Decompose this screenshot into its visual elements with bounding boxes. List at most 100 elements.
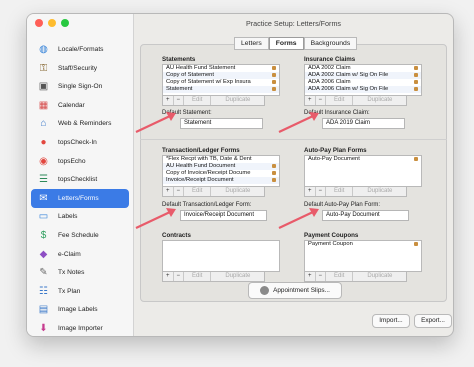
lock-icon	[272, 80, 276, 84]
duplicate-button[interactable]: Duplicate	[353, 96, 406, 105]
lock-icon	[272, 171, 276, 175]
payment-coupons-list[interactable]: Payment Coupon	[304, 240, 422, 272]
list-item[interactable]: AU Health Fund Document	[163, 163, 279, 170]
add-button[interactable]: +	[305, 272, 316, 281]
transaction-forms-list[interactable]: *Flex Recpt with TB, Date & Dent AU Heal…	[162, 155, 280, 187]
list-item[interactable]: Invoice/Receipt Document	[163, 177, 279, 184]
default-insurance-claim-field[interactable]: ADA 2019 Claim	[322, 118, 405, 129]
lock-icon	[272, 87, 276, 91]
transaction-forms-controls: + − Edit Duplicate	[162, 186, 266, 197]
duplicate-button[interactable]: Duplicate	[211, 272, 264, 281]
list-item[interactable]: ADA 2002 Claim	[305, 65, 421, 72]
edit-button[interactable]: Edit	[184, 96, 212, 105]
sidebar-item-tx-notes[interactable]: ✎ Tx Notes	[31, 263, 129, 282]
statements-controls: + − Edit Duplicate	[162, 95, 266, 106]
remove-button[interactable]: −	[316, 187, 327, 196]
minimize-window-button[interactable]	[48, 19, 56, 27]
sidebar-item-topschecklist[interactable]: ☰ topsChecklist	[31, 170, 129, 189]
sidebar-item-locale-formats[interactable]: ◍ Locale/Formats	[31, 40, 129, 59]
sidebar-item-topsecho[interactable]: ◉ topsEcho	[31, 152, 129, 171]
list-item[interactable]: ADA 2002 Claim w/ Sig On File	[305, 72, 421, 79]
lock-icon	[272, 178, 276, 182]
lock-icon	[272, 164, 276, 168]
list-item[interactable]: ADA 2006 Claim w/ Sig On File	[305, 86, 421, 93]
list-item[interactable]: Statement	[163, 86, 279, 93]
sidebar-item-labels[interactable]: ▭ Labels	[31, 207, 129, 226]
export-button[interactable]: Export...	[414, 314, 452, 328]
list-item[interactable]: Copy of Statement w/ Exp Insura	[163, 79, 279, 86]
sidebar-item-label: Locale/Formats	[58, 46, 104, 53]
list-item[interactable]: *Flex Recpt with TB, Date & Dent	[163, 156, 279, 163]
add-button[interactable]: +	[163, 187, 174, 196]
list-item[interactable]: Copy of Invoice/Receipt Docume	[163, 170, 279, 177]
sidebar-item-image-importer[interactable]: ⬇ Image Importer	[31, 319, 129, 336]
sidebar-item-single-sign-on[interactable]: ▣ Single Sign-On	[31, 77, 129, 96]
remove-button[interactable]: −	[174, 96, 185, 105]
add-button[interactable]: +	[163, 272, 174, 281]
contracts-controls: + − Edit Duplicate	[162, 271, 266, 282]
import-button[interactable]: Import...	[372, 314, 410, 328]
sidebar-item-label: topsEcho	[58, 157, 86, 165]
insurance-claims-list[interactable]: ADA 2002 Claim ADA 2002 Claim w/ Sig On …	[304, 64, 422, 96]
tab-letters[interactable]: Letters	[234, 37, 269, 50]
sidebar-item-calendar[interactable]: ▦ Calendar	[31, 96, 129, 115]
default-transaction-form-field[interactable]: Invoice/Receipt Document	[180, 210, 267, 221]
tab-backgrounds[interactable]: Backgrounds	[303, 37, 358, 50]
duplicate-button[interactable]: Duplicate	[211, 96, 264, 105]
add-button[interactable]: +	[305, 187, 316, 196]
edit-button[interactable]: Edit	[326, 272, 354, 281]
tab-forms[interactable]: Forms	[268, 37, 304, 50]
remove-button[interactable]: −	[174, 187, 185, 196]
sidebar-item-label: Web & Reminders	[58, 120, 112, 128]
sidebar-item-fee-schedule[interactable]: $ Fee Schedule	[31, 226, 129, 245]
echo-icon: ◉	[39, 155, 48, 167]
sidebar-item-staff-security[interactable]: ⚿ Staff/Security	[31, 59, 129, 78]
sidebar-item-web-reminders[interactable]: ⌂ Web & Reminders	[31, 114, 129, 133]
annotation-arrow	[135, 112, 176, 133]
edit-button[interactable]: Edit	[326, 187, 354, 196]
list-item[interactable]: Copy of Statement	[163, 72, 279, 79]
appointment-slips-button[interactable]: Appointment Slips...	[248, 282, 342, 299]
sidebar-item-label: Calendar	[58, 101, 85, 109]
list-item[interactable]: Auto-Pay Document	[305, 156, 421, 163]
edit-button[interactable]: Edit	[326, 96, 354, 105]
default-autopay-form-field[interactable]: Auto-Pay Document	[322, 210, 409, 221]
sidebar-item-label: topsCheck-In	[58, 139, 97, 146]
sidebar-item-topscheck-in[interactable]: ● topsCheck-In	[31, 133, 129, 152]
statements-list[interactable]: AU Health Fund Statement Copy of Stateme…	[162, 64, 280, 96]
remove-button[interactable]: −	[174, 272, 185, 281]
contracts-title: Contracts	[162, 232, 191, 239]
sidebar-item-tx-plan[interactable]: ☷ Tx Plan	[31, 282, 129, 301]
payment-coupons-title: Payment Coupons	[304, 232, 359, 239]
divider	[140, 139, 447, 140]
list-item[interactable]: Payment Coupon	[305, 241, 421, 248]
sidebar-item-label: Staff/Security	[58, 64, 98, 72]
zoom-window-button[interactable]	[61, 19, 69, 27]
edit-button[interactable]: Edit	[184, 187, 212, 196]
list-item[interactable]: AU Health Fund Statement	[163, 65, 279, 72]
lock-icon	[414, 157, 418, 161]
default-statement-field[interactable]: Statement	[180, 118, 263, 129]
sidebar-item-e-claim[interactable]: ◆ e-Claim	[31, 245, 129, 264]
duplicate-button[interactable]: Duplicate	[211, 187, 264, 196]
duplicate-button[interactable]: Duplicate	[353, 187, 406, 196]
list-item[interactable]: ADA 2006 Claim	[305, 79, 421, 86]
remove-button[interactable]: −	[316, 96, 327, 105]
edit-button[interactable]: Edit	[184, 272, 212, 281]
duplicate-button[interactable]: Duplicate	[353, 272, 406, 281]
close-window-button[interactable]	[35, 19, 43, 27]
sidebar-item-label: topsChecklist	[58, 176, 98, 184]
add-button[interactable]: +	[163, 96, 174, 105]
globe-icon: ◍	[39, 44, 48, 55]
image-importer-icon: ⬇	[39, 323, 48, 334]
autopay-forms-list[interactable]: Auto-Pay Document	[304, 155, 422, 187]
annotation-arrow	[135, 208, 176, 229]
sidebar-item-image-labels[interactable]: ▤ Image Labels	[31, 300, 129, 319]
sidebar-item-letters-forms[interactable]: ✉ Letters/Forms	[31, 188, 129, 208]
remove-button[interactable]: −	[316, 272, 327, 281]
lock-icon	[414, 87, 418, 91]
contracts-list[interactable]	[162, 240, 280, 272]
lock-icon	[272, 73, 276, 77]
notes-icon: ✎	[39, 267, 48, 279]
add-button[interactable]: +	[305, 96, 316, 105]
